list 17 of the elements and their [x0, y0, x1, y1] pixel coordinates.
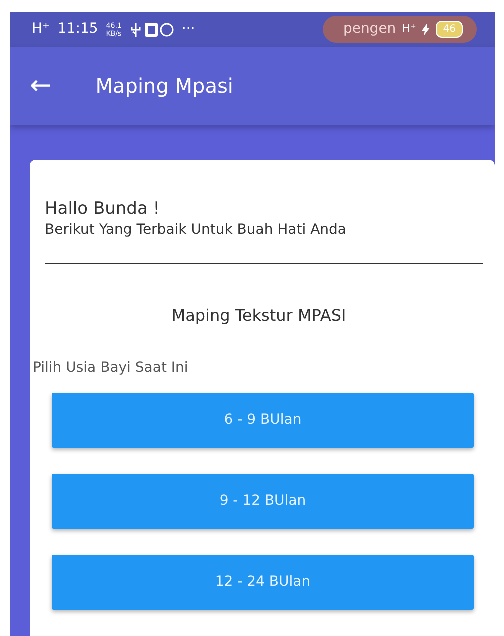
notification-icons	[130, 22, 174, 38]
more-indicator: ···	[182, 20, 196, 40]
age-option-button[interactable]: 12 - 24 BUlan	[52, 555, 474, 610]
app-title: Maping Mpasi	[96, 73, 234, 100]
section-heading: Maping Tekstur MPASI	[170, 305, 348, 327]
charging-icon	[422, 24, 430, 36]
age-option-button[interactable]: 9 - 12 BUlan	[52, 474, 474, 529]
prompt-text: Pilih Usia Bayi Saat Ini	[33, 359, 190, 378]
battery-indicator: 46	[436, 21, 463, 38]
age-option-button[interactable]: 6 - 9 BUlan	[52, 393, 474, 448]
greeting-text: Hallo Bunda !	[45, 198, 162, 220]
subtitle-text: Berikut Yang Terbaik Untuk Buah Hati Anda	[45, 221, 348, 240]
network-indicator: H⁺	[402, 21, 416, 38]
network-indicator: H⁺	[32, 20, 50, 40]
pill-text: pengen	[343, 20, 396, 40]
back-button[interactable]: ←	[30, 66, 52, 106]
status-time: 11:15	[58, 20, 98, 40]
